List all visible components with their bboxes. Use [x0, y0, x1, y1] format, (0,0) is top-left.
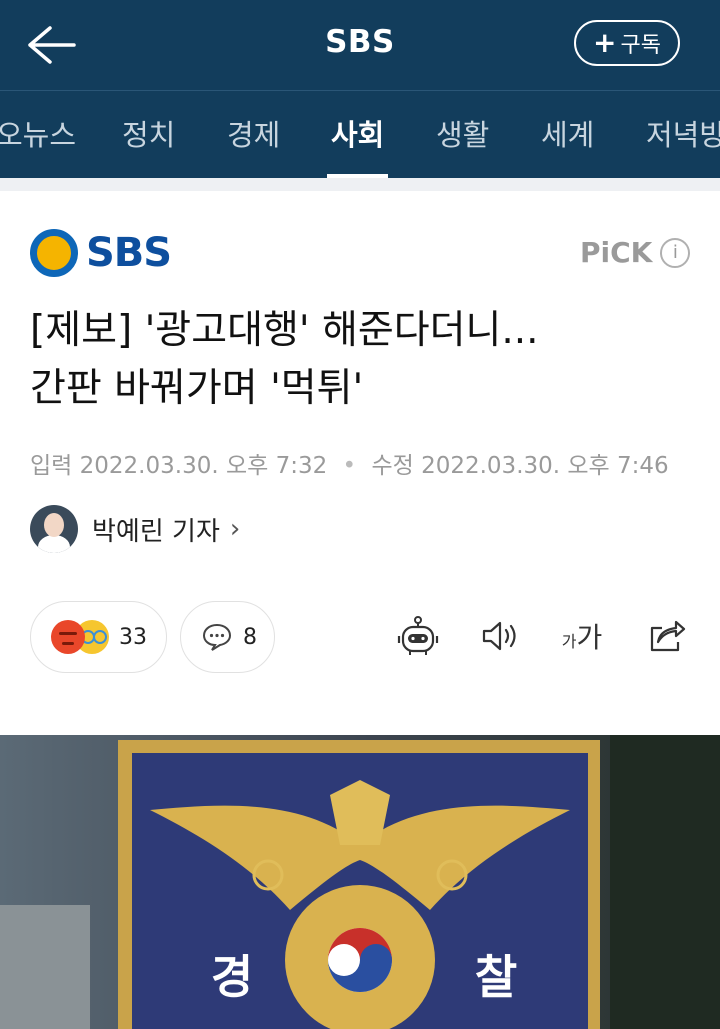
tab-life[interactable]: 생활	[436, 91, 489, 178]
subscribe-label: 구독	[620, 33, 661, 58]
info-icon[interactable]: i	[660, 237, 691, 268]
section-divider	[0, 178, 720, 191]
headline-line-1: [제보] '광고대행' 해준다더니...	[30, 308, 539, 353]
font-large-label: 가	[576, 621, 603, 654]
input-time: 2022.03.30. 오후 7:32	[79, 453, 328, 479]
avatar	[30, 505, 78, 553]
share-icon[interactable]	[642, 612, 690, 660]
tab-society[interactable]: 사회	[326, 91, 389, 178]
comment-icon	[202, 623, 232, 651]
tab-economy[interactable]: 경제	[227, 91, 280, 178]
article-headline: [제보] '광고대행' 해준다더니... 간판 바꿔가며 '먹튀'	[30, 302, 700, 418]
tab-evening[interactable]: 저녁방	[646, 91, 720, 178]
press-logo[interactable]: SBS	[30, 228, 172, 278]
tab-world[interactable]: 세계	[541, 91, 594, 178]
reaction-count: 33	[119, 624, 147, 650]
tab-news[interactable]: 오뉴스	[0, 91, 76, 178]
category-tabs: 오뉴스 정치 경제 사회 생활 세계 저녁방	[0, 90, 720, 178]
emblem-left-char: 경	[211, 950, 253, 1004]
headline-line-2: 간판 바꿔가며 '먹튀'	[30, 366, 364, 411]
edit-time: 2022.03.30. 오후 7:46	[421, 453, 669, 479]
article-photo: 경 찰	[0, 735, 720, 1029]
comment-count: 8	[243, 624, 257, 650]
speaker-icon[interactable]	[476, 612, 524, 660]
sbs-logo-icon	[30, 229, 78, 277]
top-header: SBS + 구독	[0, 0, 720, 90]
reaction-button[interactable]: 33	[30, 601, 167, 673]
subscribe-button[interactable]: + 구독	[574, 20, 680, 66]
police-emblem-image: 경 찰	[0, 735, 720, 1029]
edit-label: 수정	[371, 453, 414, 479]
tab-politics[interactable]: 정치	[122, 91, 175, 178]
reporter-name: 박예린 기자	[92, 516, 220, 547]
font-small-label: 가	[561, 632, 577, 651]
font-size-icon[interactable]: 가가	[556, 612, 608, 660]
pick-badge: PiCK i	[580, 236, 691, 269]
robot-summary-icon[interactable]	[394, 612, 442, 660]
plus-icon: +	[593, 26, 617, 59]
input-label: 입력	[30, 453, 73, 479]
emblem-right-char: 찰	[475, 950, 517, 1004]
pick-label: PiCK	[580, 236, 653, 269]
comment-button[interactable]: 8	[180, 601, 275, 673]
press-name: SBS	[86, 230, 172, 276]
reporter-link[interactable]: 박예린 기자 ›	[30, 505, 240, 553]
angry-emoji-icon	[51, 620, 85, 654]
chevron-right-icon: ›	[229, 514, 241, 544]
article-timestamps: 입력 2022.03.30. 오후 7:32 • 수정 2022.03.30. …	[30, 446, 669, 480]
separator-dot: •	[342, 453, 357, 479]
